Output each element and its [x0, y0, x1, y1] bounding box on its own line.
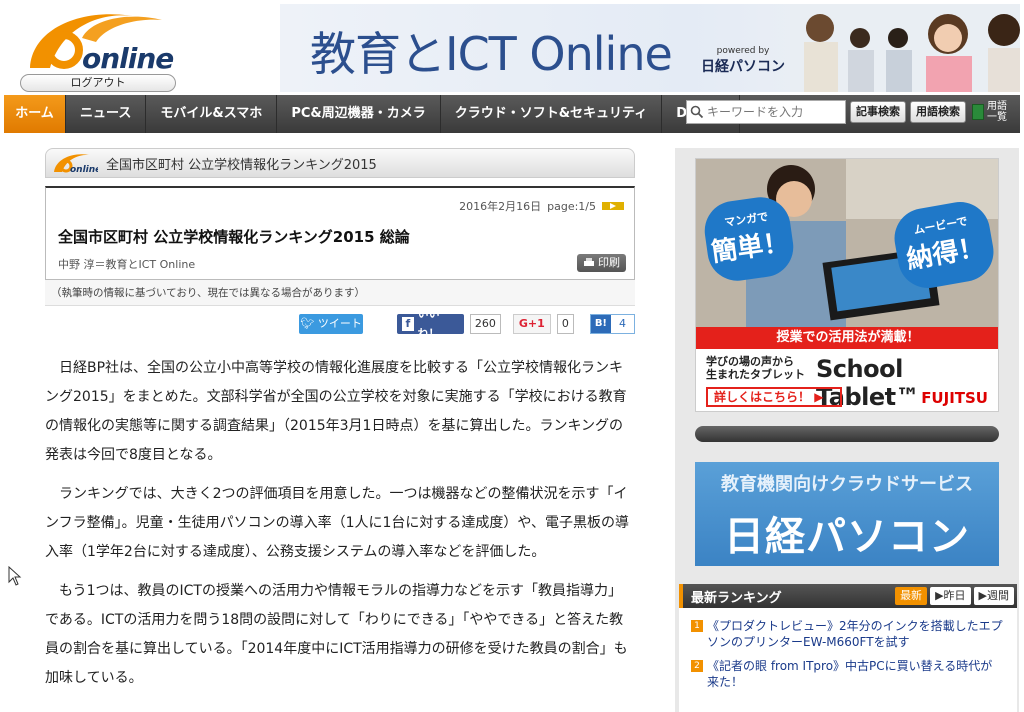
article-page: page:1/5 [547, 199, 596, 213]
nav-home[interactable]: ホーム [4, 95, 66, 133]
play-arrow-icon: ▶ [814, 390, 824, 404]
ad-more-label: 詳しくはこちら！ [714, 390, 811, 404]
printer-icon [584, 258, 594, 266]
article-paragraph: もう1つは、教員のICTの授業への活用力や情報モラルの指導力などを示す「教員指導… [45, 583, 628, 686]
header-banner[interactable]: 教育とICT Online powered by 日経パソコン [280, 4, 1020, 92]
term-search-button[interactable]: 用語検索 [910, 101, 966, 123]
ranking-item[interactable]: 1 《プロダクトレビュー》2年分のインクを搭載したエプソンのプリンターEW-M6… [691, 618, 1017, 650]
breadcrumb-title[interactable]: 全国市区町村 公立学校情報化ランキング2015 [106, 154, 377, 173]
article-search-button[interactable]: 記事検索 [850, 101, 906, 123]
mini-logo-icon: online [54, 154, 98, 174]
like-label: いいね！ [417, 307, 440, 340]
share-bar: 🐦︎ ツイート f いいね！ 260 G+1 0 B! 4 [45, 307, 635, 340]
article-body: 日経BP社は、全国の公立小中高等学校の情報化進展度を比較する「公立学校情報化ラン… [45, 354, 635, 693]
gplus-count: 0 [556, 314, 574, 334]
nikkei-pc-edu-ad[interactable]: 教育機関向けクラウドサービス 日経パソコンEdu [695, 462, 999, 566]
glossary-line2: 一覧 [987, 112, 1007, 123]
ad-subtitle-line2: 生まれたタブレット [706, 368, 805, 381]
glossary-line1: 用語 [987, 101, 1007, 112]
article-paragraph: ランキングでは、大きく2つの評価項目を用意した。一つは機器などの整備状況を示す「… [45, 486, 629, 560]
print-label: 印刷 [598, 256, 620, 269]
ranking-item[interactable]: 2 《記者の眼 from ITpro》中古PCに買い替える時代が来た！ [691, 658, 1017, 690]
ad-red-banner: 授業での活用法が満載！ [696, 327, 998, 349]
glossary-label: 用語 一覧 [987, 101, 1007, 123]
tab-yesterday-label: 昨日 [943, 589, 966, 602]
nav-pc-peripherals[interactable]: PC&周辺機器・カメラ [277, 95, 441, 133]
hatena-icon: B! [590, 315, 611, 333]
ranking-list: 1 《プロダクトレビュー》2年分のインクを搭載したエプソンのプリンターEW-M6… [679, 608, 1017, 690]
rank-text: 《記者の眼 from ITpro》中古PCに買い替える時代が来た！ [707, 659, 993, 689]
breadcrumb: online 全国市区町村 公立学校情報化ランキング2015 [45, 148, 635, 178]
powered-by-brand: 日経パソコン [701, 59, 785, 75]
fujitsu-logo: FUJITSU [921, 389, 988, 407]
banner-title: 教育とICT Online [310, 27, 673, 81]
rank-text: 《プロダクトレビュー》2年分のインクを搭載したエプソンのプリンターEW-M660… [707, 619, 1003, 649]
book-icon [972, 104, 984, 120]
tab-yesterday[interactable]: ▶昨日 [930, 587, 971, 605]
search-area: 記事検索 用語検索 用語一覧 [686, 100, 1007, 124]
search-input[interactable] [686, 100, 846, 124]
ranking-title: 最新ランキング [691, 590, 782, 606]
facebook-like-button[interactable]: f いいね！ [397, 307, 464, 340]
ad2-subtitle: 教育機関向けクラウドサービス [721, 474, 973, 495]
ranking-header: 最新ランキング 最新 ▶昨日 ▶週間 [679, 584, 1017, 608]
article-author: 中野 淳＝教育とICT Online [58, 258, 196, 271]
search-icon [690, 105, 704, 119]
article-note: （執筆時の情報に基づいており、現在では異なる場合があります） [45, 280, 635, 306]
powered-by: powered by 日経パソコン [698, 46, 788, 76]
tab-latest[interactable]: 最新 [895, 587, 928, 605]
tab-weekly-label: 週間 [987, 589, 1009, 602]
ad-subtitle-line1: 学びの場の声から [706, 355, 794, 368]
students-photo-icon [790, 4, 1020, 92]
ranking-box: 最新ランキング 最新 ▶昨日 ▶週間 1 《プロダクトレビュー》2年分のインクを… [679, 584, 1017, 712]
logo-wordmark: online [82, 42, 174, 75]
main-nav: ホーム ニュース モバイル&スマホ PC&周辺機器・カメラ クラウド・ソフト&セ… [4, 95, 1020, 133]
tweet-label: ツイート [317, 317, 362, 330]
site-logo[interactable]: online ログアウト [18, 6, 180, 92]
article-paragraph: 日経BP社は、全国の公立小中高等学校の情報化進展度を比較する「公立学校情報化ラン… [45, 360, 627, 463]
hatena-count: 4 [619, 317, 626, 330]
facebook-icon: f [402, 317, 414, 331]
tab-weekly[interactable]: ▶週間 [973, 587, 1014, 605]
article-meta: 2016年2月16日 page:1/5 [459, 198, 624, 214]
school-tablet-ad[interactable]: マンガで 簡単！ ムービーで 納得！ 授業での活用法が満載！ 学びの場の声から … [695, 158, 999, 412]
ad2-title: 日経パソコンEdu [724, 514, 970, 566]
main-column: online 全国市区町村 公立学校情報化ランキング2015 2016年2月16… [45, 148, 635, 703]
sidebar: マンガで 簡単！ ムービーで 納得！ 授業での活用法が満載！ 学びの場の声から … [675, 148, 1019, 712]
tweet-button[interactable]: 🐦︎ ツイート [299, 314, 364, 334]
print-button[interactable]: 印刷 [577, 254, 626, 272]
nav-mobile[interactable]: モバイル&スマホ [146, 95, 278, 133]
twitter-bird-icon: 🐦︎ [300, 317, 315, 330]
article-title: 全国市区町村 公立学校情報化ランキング2015 総論 [58, 228, 410, 246]
site-header: online ログアウト 教育とICT Online powered by 日経… [0, 0, 1024, 95]
glossary-link[interactable]: 用語 一覧 [972, 101, 1007, 123]
nav-cloud-security[interactable]: クラウド・ソフト&セキュリティ [441, 95, 663, 133]
divider-bar [695, 426, 999, 442]
ad-more-button[interactable]: 詳しくはこちら！ ▶ [706, 387, 842, 407]
powered-by-label: powered by [716, 46, 770, 56]
mini-logo-text: online [70, 165, 98, 174]
rank-number: 2 [691, 660, 703, 672]
article-date: 2016年2月16日 [459, 200, 542, 213]
hatena-bookmark[interactable]: B! 4 [589, 314, 635, 334]
rank-number: 1 [691, 620, 703, 632]
nav-news[interactable]: ニュース [66, 95, 147, 133]
next-page-icon[interactable] [602, 202, 624, 210]
logout-button[interactable]: ログアウト [20, 74, 176, 92]
gplus-button[interactable]: G+1 [512, 314, 551, 334]
article-header: 2016年2月16日 page:1/5 全国市区町村 公立学校情報化ランキング2… [45, 186, 635, 280]
like-count: 260 [469, 314, 501, 334]
ad-subtitle: 学びの場の声から 生まれたタブレット [706, 355, 805, 381]
mouse-cursor-icon [8, 566, 22, 586]
